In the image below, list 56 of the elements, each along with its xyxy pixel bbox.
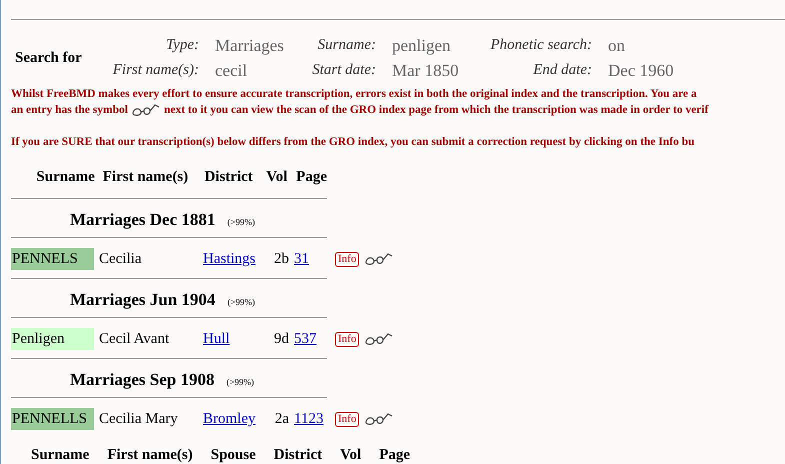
vol-cell-text: 9d [274, 330, 289, 349]
column-header: Page [379, 446, 410, 464]
surname-cell: PENNELS [11, 248, 94, 270]
notice-text: an entry has the symbol [11, 103, 128, 118]
search-title: Search for [15, 48, 83, 68]
column-header: Surname [35, 168, 95, 187]
group-title: Marriages Jun 1904 [70, 289, 216, 311]
field-label: First name(s): [112, 61, 200, 80]
glasses-button-icon [365, 332, 394, 346]
accuracy-text: (>99%) [227, 296, 256, 309]
accuracy-text: (>99%) [226, 376, 254, 389]
column-header: District [204, 168, 254, 187]
field-value: on [607, 35, 626, 57]
info-button[interactable]: Info [335, 332, 360, 346]
field-value: penligen [391, 35, 452, 57]
glasses-button-icon [365, 252, 394, 266]
vol-cell-text: 2a [274, 410, 289, 429]
group-title: Marriages Dec 1881 [70, 209, 216, 231]
column-header: Spouse [210, 446, 256, 464]
column-header: District [274, 446, 322, 464]
column-header: First name(s) [102, 168, 190, 187]
info-button[interactable]: Info [335, 252, 360, 266]
accuracy-text: (>99%) [227, 216, 255, 229]
notice-text: If you are SURE that our transcription(s) below differs from the GRO index, you can submit a correction request by clicking on the Info bu [11, 136, 695, 148]
notice-text: next to it you can view the scan of the GRO index page from which the transcription was made in order to verif [164, 103, 708, 118]
page-link[interactable]: 31 [294, 248, 309, 270]
column-header: First name(s) [107, 446, 193, 464]
field-label: Start date: [311, 61, 377, 80]
page-link[interactable]: 1123 [294, 408, 324, 430]
column-header: Page [296, 168, 327, 187]
field-label: Surname: [316, 36, 377, 55]
district-link[interactable]: Hull [203, 328, 230, 350]
field-label: End date: [532, 61, 593, 80]
field-value: cecil [214, 60, 248, 82]
field-label: Type: [164, 36, 200, 55]
page-link[interactable]: 537 [294, 328, 316, 350]
vol-cell-text: 2b [274, 250, 289, 269]
district-link[interactable]: Hastings [203, 248, 256, 270]
info-button[interactable]: Info [335, 412, 360, 426]
glasses-icon [132, 103, 160, 117]
surname-cell: Penligen [11, 328, 94, 350]
first-name-cell-text: Cecil Avant [99, 330, 170, 349]
column-header: Surname [31, 446, 90, 464]
notice-text: Whilst FreeBMD makes every effort to ensure accurate transcription, errors exist in both the original index and the transcription. You are a [11, 88, 697, 100]
first-name-cell-text: Cecilia [99, 250, 142, 269]
group-title: Marriages Sep 1908 [70, 369, 214, 391]
column-header: Vol [340, 446, 362, 464]
field-label: Phonetic search: [490, 36, 593, 55]
glasses-button-icon [365, 412, 394, 426]
field-value: Mar 1850 [391, 60, 460, 82]
first-name-cell-text: Cecilia Mary [99, 410, 179, 429]
surname-cell: PENNELLS [11, 408, 94, 430]
field-value: Dec 1960 [607, 60, 675, 82]
field-value: Marriages [214, 35, 285, 57]
district-link[interactable]: Bromley [203, 408, 256, 430]
column-header: Vol [266, 168, 288, 187]
